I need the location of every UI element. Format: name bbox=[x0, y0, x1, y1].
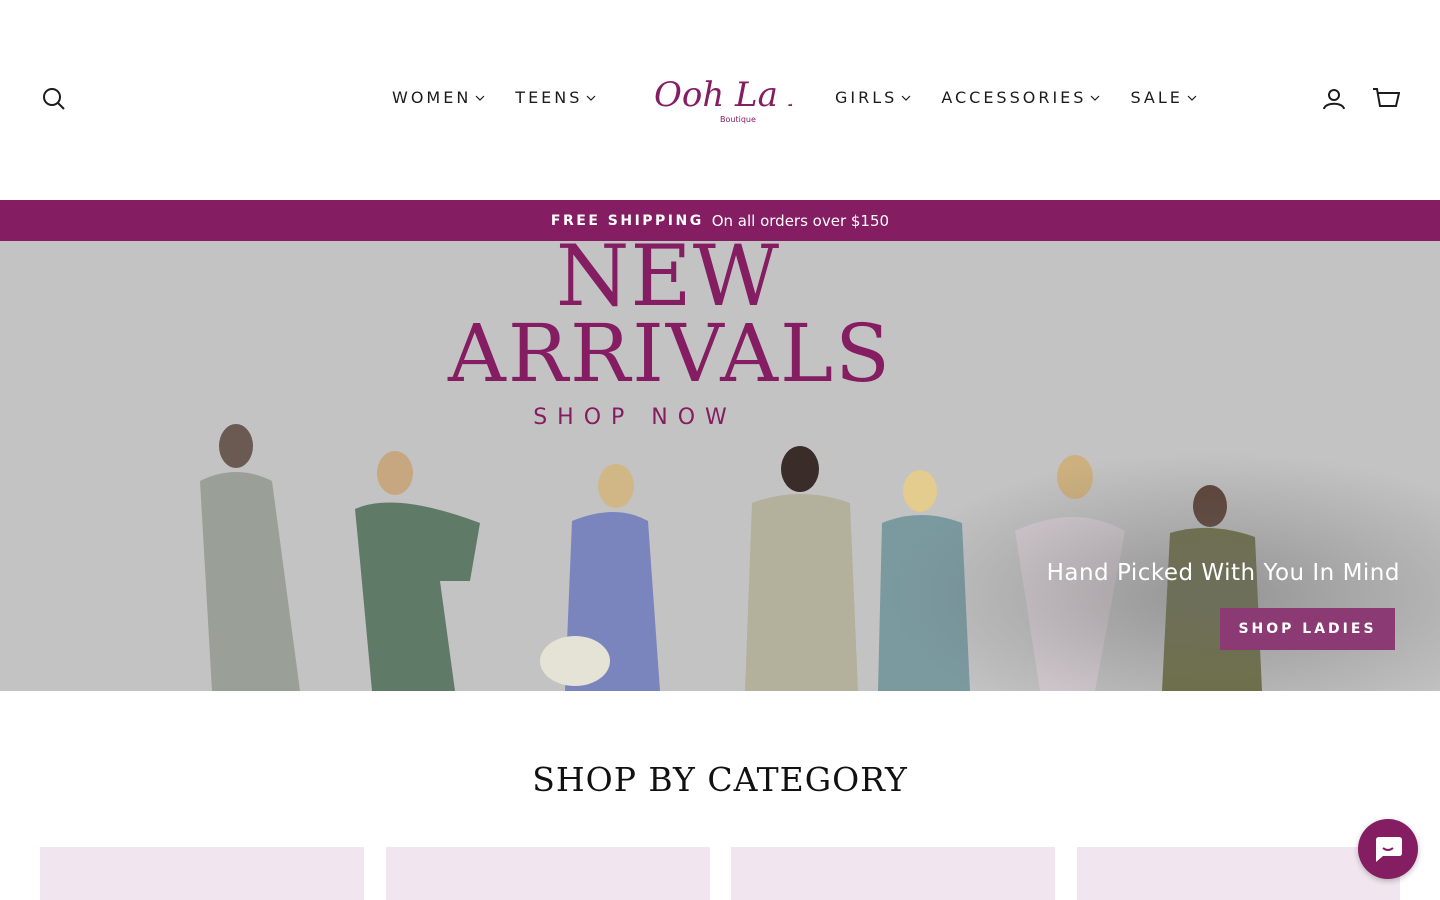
nav-item-teens[interactable]: TEENS bbox=[515, 88, 596, 107]
category-card[interactable] bbox=[386, 847, 710, 900]
nav-item-accessories[interactable]: ACCESSORIES bbox=[941, 88, 1100, 107]
hero-banner[interactable]: NEW ARRIVALS SHOP NOW Hand Picked With Y… bbox=[0, 241, 1440, 691]
announcement-bar: FREE SHIPPING On all orders over $150 bbox=[0, 200, 1440, 241]
cart-icon[interactable] bbox=[1372, 86, 1401, 112]
site-logo[interactable]: Ooh La La Boutique bbox=[648, 58, 832, 138]
nav-item-label: SALE bbox=[1130, 88, 1183, 107]
user-icon[interactable] bbox=[1322, 87, 1346, 111]
chevron-down-icon bbox=[901, 95, 911, 101]
nav-item-girls[interactable]: GIRLS bbox=[835, 88, 911, 107]
nav-item-label: WOMEN bbox=[392, 88, 472, 107]
chat-button[interactable] bbox=[1358, 819, 1418, 879]
nav-item-label: TEENS bbox=[515, 88, 583, 107]
category-card[interactable] bbox=[731, 847, 1055, 900]
nav-right: GIRLS ACCESSORIES SALE bbox=[835, 88, 1227, 107]
category-heading: SHOP BY CATEGORY bbox=[532, 760, 908, 799]
logo-text: Ooh La La bbox=[654, 75, 792, 115]
hero-shop-now[interactable]: SHOP NOW bbox=[0, 405, 1355, 430]
nav-item-label: GIRLS bbox=[835, 88, 898, 107]
announcement-strong: FREE SHIPPING bbox=[550, 212, 704, 229]
nav-item-label: ACCESSORIES bbox=[941, 88, 1087, 107]
chevron-down-icon bbox=[1091, 95, 1100, 101]
chat-icon bbox=[1376, 837, 1402, 862]
chevron-down-icon bbox=[1187, 95, 1197, 101]
chevron-down-icon bbox=[475, 95, 485, 101]
hero-subtitle: Hand Picked With You In Mind bbox=[1046, 560, 1400, 586]
search-icon[interactable] bbox=[42, 87, 66, 111]
announcement-text: On all orders over $150 bbox=[711, 211, 890, 230]
hero-title-arrivals: ARRIVALS bbox=[448, 307, 892, 400]
shop-ladies-button[interactable]: SHOP LADIES bbox=[1220, 608, 1395, 650]
nav-left: WOMEN TEENS bbox=[392, 88, 626, 107]
category-card[interactable] bbox=[1077, 847, 1400, 900]
logo-sub: Boutique bbox=[720, 115, 756, 124]
category-card[interactable] bbox=[40, 847, 364, 900]
site-header: WOMEN TEENS Ooh La La Boutique GIRLS ACC… bbox=[0, 0, 1440, 200]
chevron-down-icon bbox=[586, 95, 596, 101]
nav-item-sale[interactable]: SALE bbox=[1130, 88, 1197, 107]
nav-item-women[interactable]: WOMEN bbox=[392, 88, 485, 107]
